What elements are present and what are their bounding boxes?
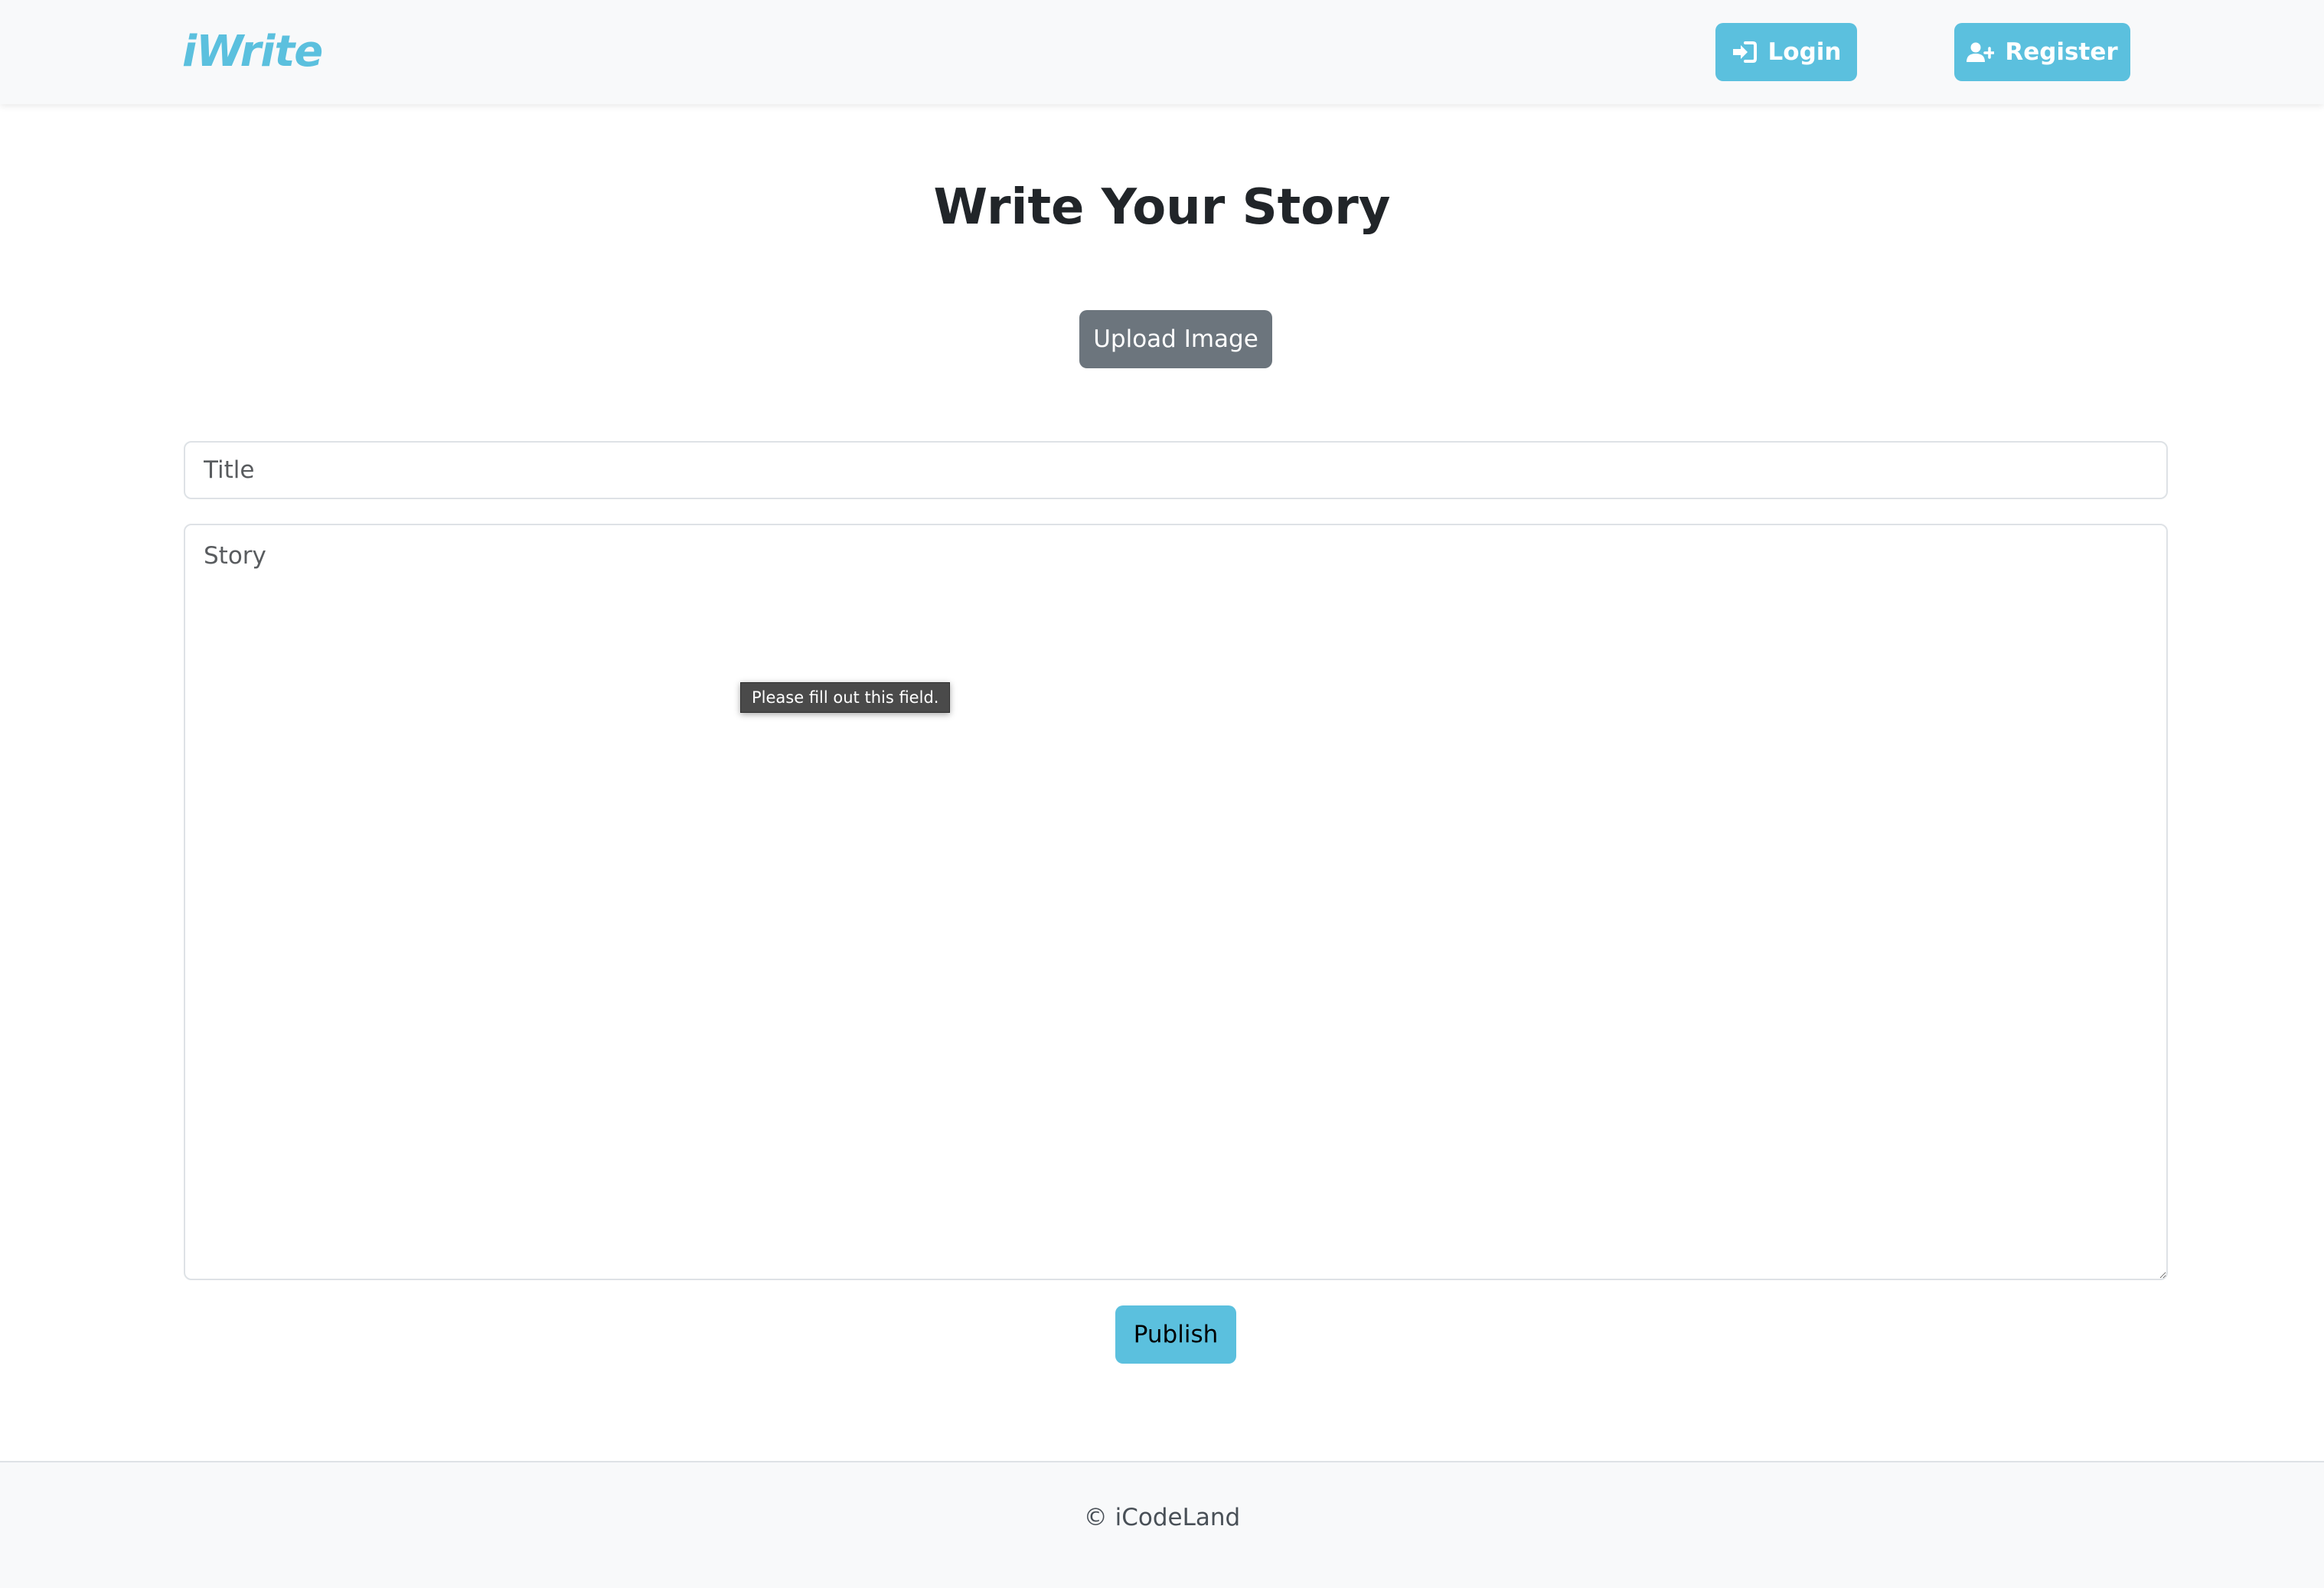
register-label: Register <box>2005 38 2118 66</box>
story-textarea[interactable] <box>184 524 2168 1280</box>
title-input[interactable] <box>184 441 2168 499</box>
page-title: Write Your Story <box>933 179 1391 236</box>
footer-copyright: © iCodeLand <box>1083 1504 1241 1531</box>
navbar: iWrite Login Register <box>0 0 2324 104</box>
register-button[interactable]: Register <box>1954 23 2130 81</box>
validation-tooltip: Please fill out this field. <box>740 682 951 713</box>
login-label: Login <box>1767 38 1842 66</box>
brand-logo[interactable]: iWrite <box>182 23 323 81</box>
login-button[interactable]: Login <box>1715 23 1857 81</box>
upload-image-button[interactable]: Upload Image <box>1079 310 1272 368</box>
publish-button[interactable]: Publish <box>1115 1305 1236 1364</box>
footer: © iCodeLand <box>0 1461 2324 1588</box>
user-plus-icon <box>1967 41 1995 63</box>
sign-in-icon <box>1732 41 1758 64</box>
